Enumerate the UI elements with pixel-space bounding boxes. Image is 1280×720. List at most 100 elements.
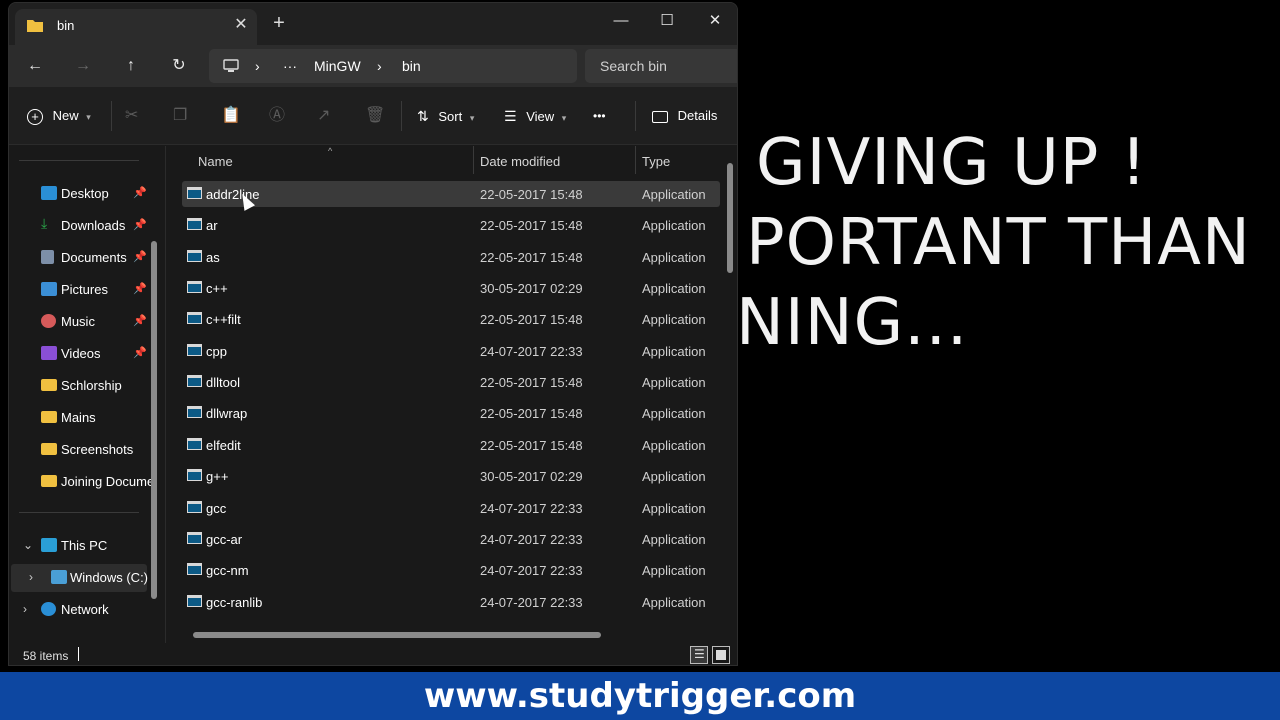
file-name: gcc-ranlib bbox=[206, 594, 263, 610]
sidebar-item-downloads[interactable]: ⤓ Downloads 📌 bbox=[9, 212, 159, 240]
sort-button-label: Sort bbox=[438, 109, 463, 124]
sidebar-item-label: Schlorship bbox=[61, 378, 122, 393]
file-list-vertical-scrollbar[interactable] bbox=[727, 163, 733, 273]
column-header-name[interactable]: Name bbox=[198, 154, 233, 169]
sidebar-item-pictures[interactable]: Pictures 📌 bbox=[9, 276, 159, 304]
breadcrumb-separator-icon: › bbox=[377, 58, 382, 74]
sidebar-item-videos[interactable]: Videos 📌 bbox=[9, 340, 159, 368]
sort-icon: ⇅ bbox=[417, 108, 429, 124]
file-row[interactable]: gcc-ranlib 24-07-2017 22:33 Application bbox=[182, 589, 720, 615]
up-button[interactable]: ↑ bbox=[119, 54, 143, 78]
share-icon[interactable]: ↗ bbox=[317, 105, 330, 127]
copy-icon[interactable]: ❐ bbox=[173, 105, 187, 127]
sidebar-item-this-pc[interactable]: ⌄ This PC bbox=[9, 532, 159, 560]
file-row[interactable]: gcc-ar 24-07-2017 22:33 Application bbox=[182, 526, 720, 552]
file-row[interactable]: gcc 24-07-2017 22:33 Application bbox=[182, 495, 720, 521]
file-name: elfedit bbox=[206, 437, 241, 453]
details-view-toggle[interactable]: ☰ bbox=[690, 646, 708, 664]
sidebar-item-windows-drive[interactable]: › Windows (C:) bbox=[11, 564, 148, 592]
file-row[interactable]: addr2line 22-05-2017 15:48 Application bbox=[182, 181, 720, 207]
chevron-right-icon[interactable]: › bbox=[23, 602, 27, 616]
address-bar[interactable]: › ··· MinGW › bin bbox=[209, 49, 577, 83]
file-type: Application bbox=[642, 469, 706, 485]
file-date-modified: 24-07-2017 22:33 bbox=[480, 594, 583, 610]
file-type: Application bbox=[642, 437, 706, 453]
file-row[interactable]: g++ 30-05-2017 02:29 Application bbox=[182, 463, 720, 489]
breadcrumb-separator-icon: › bbox=[255, 58, 260, 74]
file-row[interactable]: dllwrap 22-05-2017 15:48 Application bbox=[182, 400, 720, 426]
file-row[interactable]: c++ 30-05-2017 02:29 Application bbox=[182, 275, 720, 301]
pin-icon: 📌 bbox=[133, 187, 147, 199]
breadcrumb-overflow-button[interactable]: ··· bbox=[283, 58, 297, 74]
details-button[interactable]: Details bbox=[652, 105, 717, 127]
forward-button[interactable]: → bbox=[71, 54, 95, 78]
file-list-horizontal-scrollbar[interactable] bbox=[193, 632, 601, 638]
tiles-view-toggle[interactable] bbox=[712, 646, 730, 664]
new-button[interactable]: + New ▾ bbox=[27, 105, 91, 127]
search-box[interactable]: Search bin bbox=[585, 49, 737, 83]
file-row[interactable]: dlltool 22-05-2017 15:48 Application bbox=[182, 369, 720, 395]
file-name: gcc-nm bbox=[206, 563, 249, 579]
sidebar-item-music[interactable]: Music 📌 bbox=[9, 308, 159, 336]
tab-bin[interactable]: bin ✕ bbox=[15, 9, 257, 45]
chevron-down-icon: ▾ bbox=[86, 112, 91, 122]
minimize-button[interactable]: — bbox=[609, 9, 633, 33]
maximize-button[interactable]: ☐ bbox=[655, 9, 679, 33]
sort-button[interactable]: ⇅ Sort ▾ bbox=[417, 105, 474, 127]
sidebar-item-screenshots[interactable]: Screenshots bbox=[9, 436, 159, 464]
sidebar-item-mains[interactable]: Mains bbox=[9, 404, 159, 432]
file-date-modified: 24-07-2017 22:33 bbox=[480, 563, 583, 579]
navigation-pane: Desktop 📌 ⤓ Downloads 📌 Documents 📌 Pict… bbox=[9, 146, 166, 643]
column-header-date-modified[interactable]: Date modified bbox=[480, 154, 560, 169]
sidebar-item-network[interactable]: › Network bbox=[9, 596, 159, 624]
documents-icon bbox=[41, 250, 54, 264]
close-tab-icon[interactable]: ✕ bbox=[231, 15, 251, 35]
sidebar-item-schlorship[interactable]: Schlorship bbox=[9, 372, 159, 400]
sidebar-item-joining-documents[interactable]: Joining Docume bbox=[9, 468, 159, 496]
column-divider[interactable] bbox=[635, 146, 636, 174]
column-divider[interactable] bbox=[473, 146, 474, 174]
more-options-button[interactable]: ••• bbox=[593, 105, 606, 127]
file-row[interactable]: gcc-nm 24-07-2017 22:33 Application bbox=[182, 557, 720, 583]
file-row[interactable]: ar 22-05-2017 15:48 Application bbox=[182, 212, 720, 238]
file-row[interactable]: elfedit 22-05-2017 15:48 Application bbox=[182, 432, 720, 458]
paste-icon[interactable]: 📋 bbox=[221, 105, 241, 127]
details-button-label: Details bbox=[677, 108, 718, 123]
sidebar-item-label: Network bbox=[61, 602, 109, 617]
sidebar-scrollbar[interactable] bbox=[151, 241, 157, 599]
breadcrumb-mingw[interactable]: MinGW bbox=[314, 58, 361, 74]
back-button[interactable]: ← bbox=[23, 54, 47, 78]
file-row[interactable]: cpp 24-07-2017 22:33 Application bbox=[182, 338, 720, 364]
new-tab-button[interactable]: + bbox=[269, 13, 289, 33]
file-type: Application bbox=[642, 249, 706, 265]
drive-icon bbox=[51, 570, 67, 584]
chevron-down-icon[interactable]: ⌄ bbox=[23, 538, 33, 552]
file-type: Application bbox=[642, 500, 706, 516]
file-name: as bbox=[206, 249, 220, 265]
folder-icon bbox=[27, 20, 43, 32]
cut-icon[interactable]: ✂ bbox=[125, 105, 138, 127]
application-icon bbox=[187, 500, 202, 513]
file-name: c++ bbox=[206, 281, 228, 297]
file-name: gcc bbox=[206, 500, 227, 516]
file-type: Application bbox=[642, 187, 706, 202]
sidebar-item-documents[interactable]: Documents 📌 bbox=[9, 244, 159, 272]
file-name: dlltool bbox=[206, 375, 240, 391]
plus-circle-icon: + bbox=[27, 108, 43, 125]
music-icon bbox=[41, 314, 56, 328]
breadcrumb-bin[interactable]: bin bbox=[402, 58, 421, 74]
file-name: dllwrap bbox=[206, 406, 248, 422]
chevron-right-icon[interactable]: › bbox=[29, 570, 33, 584]
tiles-view-icon bbox=[716, 650, 726, 660]
column-header-type[interactable]: Type bbox=[642, 154, 670, 169]
refresh-button[interactable]: ↻ bbox=[167, 54, 191, 78]
folder-icon bbox=[41, 379, 57, 391]
view-button[interactable]: ☰ View ▾ bbox=[504, 105, 566, 127]
delete-icon[interactable]: 🗑 bbox=[365, 105, 385, 127]
file-row[interactable]: as 22-05-2017 15:48 Application bbox=[182, 244, 720, 270]
file-date-modified: 22-05-2017 15:48 bbox=[480, 249, 583, 265]
file-row[interactable]: c++filt 22-05-2017 15:48 Application bbox=[182, 306, 720, 332]
close-window-button[interactable]: ✕ bbox=[703, 9, 727, 33]
sidebar-item-desktop[interactable]: Desktop 📌 bbox=[9, 180, 159, 208]
rename-icon[interactable]: Ⓐ bbox=[269, 105, 285, 127]
